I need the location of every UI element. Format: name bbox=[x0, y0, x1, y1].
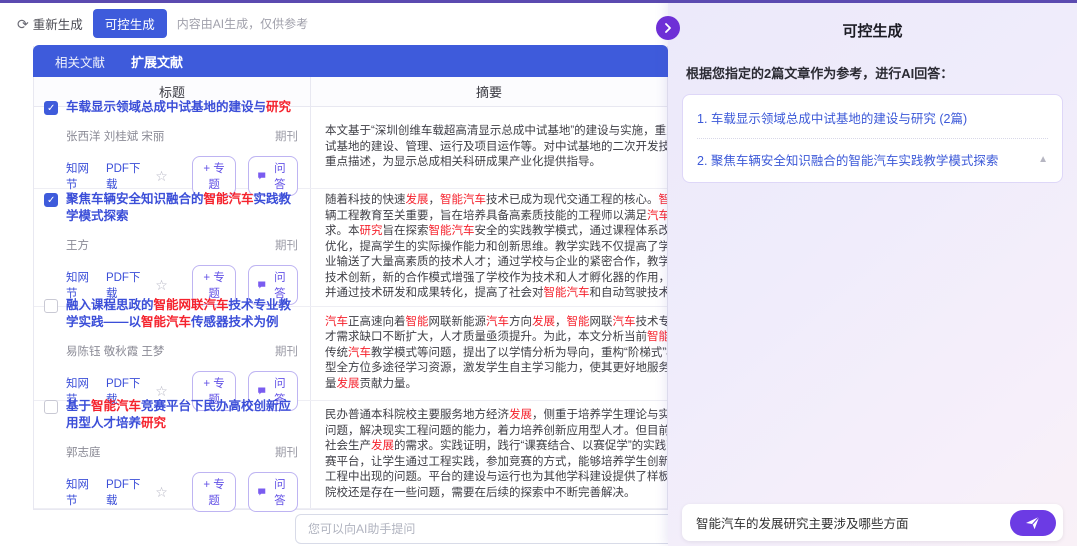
ai-disclaimer: 内容由AI生成，仅供参考 bbox=[177, 15, 308, 32]
row-abstract: 随着科技的快速发展，智能汽车技术已成为现代交通工程的核心。智能车辆安全的实践教辆… bbox=[311, 189, 667, 306]
row-checkbox[interactable] bbox=[44, 299, 58, 313]
refresh-icon: ⟳ bbox=[17, 17, 29, 31]
row-title-link[interactable]: 车载显示领域总成中试基地的建设与研究 bbox=[66, 99, 291, 116]
question-input[interactable] bbox=[696, 516, 1010, 530]
cnki-node-link[interactable]: 知网节 bbox=[66, 476, 94, 508]
chat-bubble-icon bbox=[257, 279, 266, 291]
collapse-triangle-icon[interactable]: ▲ bbox=[1038, 154, 1048, 165]
favorite-star-icon[interactable]: ☆ bbox=[155, 485, 168, 499]
row-authors: 张西洋 刘桂斌 宋丽 bbox=[66, 128, 164, 144]
add-topic-button[interactable]: + 专题 bbox=[192, 472, 237, 512]
row-pubtype: 期刊 bbox=[275, 128, 298, 144]
controllable-generation-panel: 可控生成 根据您指定的2篇文章作为参考，进行AI回答： 1. 车载显示领域总成中… bbox=[668, 0, 1077, 546]
chevron-right-icon bbox=[663, 23, 673, 33]
row-abstract: 民办普通本科院校主要服务地方经济发展，侧重于培养学生理论与实践的结合能力，注重问… bbox=[311, 401, 667, 508]
ask-ai-input[interactable] bbox=[295, 514, 695, 544]
title-cell: 融入课程思政的智能网联汽车技术专业教学实践——以智能汽车传感器技术为例 易陈钰 … bbox=[34, 307, 311, 400]
favorite-star-icon[interactable]: ☆ bbox=[155, 278, 168, 292]
favorite-star-icon[interactable]: ☆ bbox=[155, 169, 168, 183]
row-abstract: 本文基于“深圳创维车载超高清显示总成中试基地”的建设与实施，重点讨论车载显示总试… bbox=[311, 107, 667, 188]
ask-ai-bar bbox=[295, 514, 695, 544]
pdf-download-link[interactable]: PDF下载 bbox=[106, 476, 143, 508]
literature-tabs: 相关文献 扩展文献 bbox=[33, 45, 668, 77]
reference-list: 1. 车载显示领域总成中试基地的建设与研究 (2篇) 2. 聚焦车辆安全知识融合的… bbox=[682, 94, 1063, 183]
row-title-link[interactable]: 聚焦车辆安全知识融合的智能汽车实践教学模式探索 bbox=[66, 191, 298, 225]
regenerate-button[interactable]: ⟳ 重新生成 bbox=[17, 14, 83, 33]
panel-collapse-button[interactable] bbox=[656, 16, 680, 40]
tab-related-literature[interactable]: 相关文献 bbox=[55, 52, 105, 71]
regenerate-label: 重新生成 bbox=[33, 14, 83, 33]
row-title-link[interactable]: 融入课程思政的智能网联汽车技术专业教学实践——以智能汽车传感器技术为例 bbox=[66, 297, 298, 331]
row-checkbox[interactable] bbox=[44, 400, 58, 414]
row-checkbox[interactable] bbox=[44, 101, 58, 115]
panel-question-bar bbox=[682, 504, 1063, 541]
chat-bubble-icon bbox=[257, 170, 266, 182]
tab-extended-literature[interactable]: 扩展文献 bbox=[131, 52, 183, 71]
literature-table: 相关文献扩展文献 标题 摘要 车载显示领域总成中试基地的建设与研究 张西洋 刘桂… bbox=[33, 46, 668, 510]
chat-bubble-icon bbox=[257, 486, 266, 498]
panel-title: 可控生成 bbox=[668, 20, 1077, 41]
qa-button[interactable]: 问答 bbox=[248, 472, 298, 512]
row-title-link[interactable]: 基于智能汽车竞赛平台下民办高校创新应用型人才培养研究 bbox=[66, 398, 298, 432]
reference-item[interactable]: 1. 车载显示领域总成中试基地的建设与研究 (2篇) bbox=[697, 97, 1048, 138]
generation-toolbar: ⟳ 重新生成 可控生成 内容由AI生成，仅供参考 bbox=[17, 9, 308, 38]
paper-plane-icon bbox=[1025, 516, 1041, 530]
row-pubtype: 期刊 bbox=[275, 343, 298, 359]
row-abstract: 汽车正高速向着智能网联新能源汽车方向发展，智能网联汽车技术专业应运而生。智能网才… bbox=[311, 307, 667, 400]
chat-bubble-icon bbox=[257, 385, 266, 397]
reference-item-label: 2. 聚焦车辆安全知识融合的智能汽车实践教学模式探索 bbox=[697, 150, 998, 169]
cnki-node-link[interactable]: 知网节 bbox=[66, 160, 94, 192]
row-pubtype: 期刊 bbox=[275, 444, 298, 460]
row-authors: 郭志庭 bbox=[66, 444, 101, 460]
favorite-star-icon[interactable]: ☆ bbox=[155, 384, 168, 398]
table-row: 基于智能汽车竞赛平台下民办高校创新应用型人才培养研究 郭志庭 期刊 知网节 PD… bbox=[34, 401, 667, 509]
row-checkbox[interactable] bbox=[44, 193, 58, 207]
panel-instruction: 根据您指定的2篇文章作为参考，进行AI回答： bbox=[686, 63, 1059, 82]
pdf-download-link[interactable]: PDF下载 bbox=[106, 160, 143, 192]
title-cell: 基于智能汽车竞赛平台下民办高校创新应用型人才培养研究 郭志庭 期刊 知网节 PD… bbox=[34, 401, 311, 508]
reference-item[interactable]: 2. 聚焦车辆安全知识融合的智能汽车实践教学模式探索 ▲ bbox=[697, 138, 1048, 180]
column-header-abstract: 摘要 bbox=[311, 77, 667, 106]
table-row: 车载显示领域总成中试基地的建设与研究 张西洋 刘桂斌 宋丽 期刊 知网节 PDF… bbox=[34, 107, 667, 189]
row-authors: 王方 bbox=[66, 237, 89, 253]
reference-item-label: 1. 车载显示领域总成中试基地的建设与研究 (2篇) bbox=[697, 108, 967, 127]
table-body: 车载显示领域总成中试基地的建设与研究 张西洋 刘桂斌 宋丽 期刊 知网节 PDF… bbox=[34, 107, 667, 509]
table-row: 融入课程思政的智能网联汽车技术专业教学实践——以智能汽车传感器技术为例 易陈钰 … bbox=[34, 307, 667, 401]
send-button[interactable] bbox=[1010, 510, 1056, 536]
title-cell: 聚焦车辆安全知识融合的智能汽车实践教学模式探索 王方 期刊 知网节 PDF下载 … bbox=[34, 189, 311, 306]
title-cell: 车载显示领域总成中试基地的建设与研究 张西洋 刘桂斌 宋丽 期刊 知网节 PDF… bbox=[34, 107, 311, 188]
controllable-generate-button[interactable]: 可控生成 bbox=[93, 9, 167, 38]
row-authors: 易陈钰 敬秋霞 王梦 bbox=[66, 343, 164, 359]
row-pubtype: 期刊 bbox=[275, 237, 298, 253]
table-row: 聚焦车辆安全知识融合的智能汽车实践教学模式探索 王方 期刊 知网节 PDF下载 … bbox=[34, 189, 667, 307]
